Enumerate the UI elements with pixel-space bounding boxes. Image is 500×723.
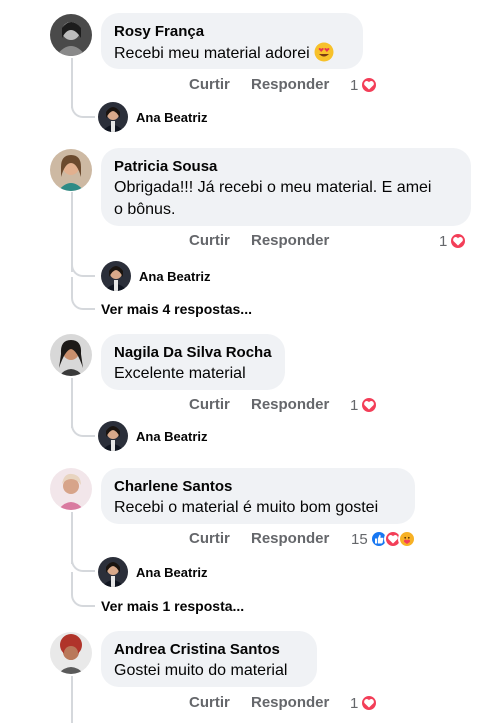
care-icon [397,530,416,548]
comment-author[interactable]: Charlene Santos [114,477,402,497]
like-button[interactable]: Curtir [189,76,230,93]
heart-eyes-emoji [314,42,334,62]
comment-actions: Curtir Responder [189,530,349,550]
comment-author[interactable]: Andrea Cristina Santos [114,640,304,660]
reaction-count: 1 [350,396,359,414]
reaction-summary[interactable]: 1 [350,76,379,94]
comment-actions: Curtir Responder [189,396,349,416]
reply-button[interactable]: Responder [251,694,329,711]
thread-elbow [71,556,95,572]
comment-actions: Curtir Responder [189,76,349,96]
comment-actions: Curtir Responder [189,232,349,252]
reaction-count: 1 [350,694,359,712]
heart-icon [360,694,379,712]
thread-elbow [71,262,95,277]
comment-bubble[interactable]: Andrea Cristina Santos Gostei muito do m… [101,631,317,687]
heart-icon [449,232,468,250]
comment-text: Excelente material [114,365,246,382]
comment-bubble[interactable]: Nagila Da Silva Rocha Excelente material [101,334,285,390]
thread-line [71,676,73,723]
avatar[interactable] [50,149,92,191]
view-more-replies-link[interactable]: Ver mais 1 resposta... [101,598,244,614]
reply-button[interactable]: Responder [251,232,329,249]
comment-actions: Curtir Responder [189,694,349,714]
reply-preview[interactable]: Ana Beatriz [101,261,211,291]
reply-button[interactable]: Responder [251,76,329,93]
avatar[interactable] [50,334,92,376]
like-button[interactable]: Curtir [189,694,230,711]
reply-preview[interactable]: Ana Beatriz [98,557,208,587]
avatar[interactable] [50,468,92,510]
thread-line [71,192,73,272]
comment-author[interactable]: Rosy França [114,22,350,42]
avatar[interactable] [50,632,92,674]
comment-text: Recebi o material é muito bom gostei [114,499,379,516]
comment-author[interactable]: Nagila Da Silva Rocha [114,343,272,363]
reply-author[interactable]: Ana Beatriz [136,429,208,444]
avatar[interactable] [98,421,128,451]
thread-elbow [71,420,95,437]
reaction-summary[interactable]: 1 [439,232,468,250]
avatar[interactable] [50,14,92,56]
heart-icon [360,76,379,94]
comment-bubble[interactable]: Patricia Sousa Obrigada!!! Já recebi o m… [101,148,471,226]
reaction-count: 1 [350,76,359,94]
comment-bubble[interactable]: Rosy França Recebi meu material adorei [101,13,363,69]
comment-text-content: Recebi meu material adorei [114,45,310,62]
view-more-replies-link[interactable]: Ver mais 4 respostas... [101,301,252,317]
reaction-summary[interactable]: 1 [350,396,379,414]
comment-author[interactable]: Patricia Sousa [114,157,458,177]
heart-icon [360,396,379,414]
comment-text-line: Obrigada!!! Já recebi o meu material. E … [114,179,432,196]
avatar[interactable] [98,557,128,587]
reply-preview[interactable]: Ana Beatriz [98,421,208,451]
comment-text: Gostei muito do material [114,662,288,679]
reply-author[interactable]: Ana Beatriz [136,110,208,125]
like-button[interactable]: Curtir [189,530,230,547]
reply-author[interactable]: Ana Beatriz [139,269,211,284]
reply-author[interactable]: Ana Beatriz [136,565,208,580]
avatar[interactable] [98,102,128,132]
reaction-count: 15 [351,530,368,548]
reply-button[interactable]: Responder [251,530,329,547]
comment-text-line: o bônus. [114,201,176,218]
thread-elbow [71,572,95,607]
comment-text: Recebi meu material adorei [114,42,350,65]
thread-elbow [71,100,95,118]
reaction-summary[interactable]: 1 [350,694,379,712]
avatar[interactable] [101,261,131,291]
comment-bubble[interactable]: Charlene Santos Recebi o material é muit… [101,468,415,524]
thread-elbow [71,277,95,310]
reply-preview[interactable]: Ana Beatriz [98,102,208,132]
reaction-count: 1 [439,232,448,250]
reaction-summary[interactable]: 15 [351,530,416,548]
reply-button[interactable]: Responder [251,396,329,413]
like-button[interactable]: Curtir [189,232,230,249]
like-button[interactable]: Curtir [189,396,230,413]
